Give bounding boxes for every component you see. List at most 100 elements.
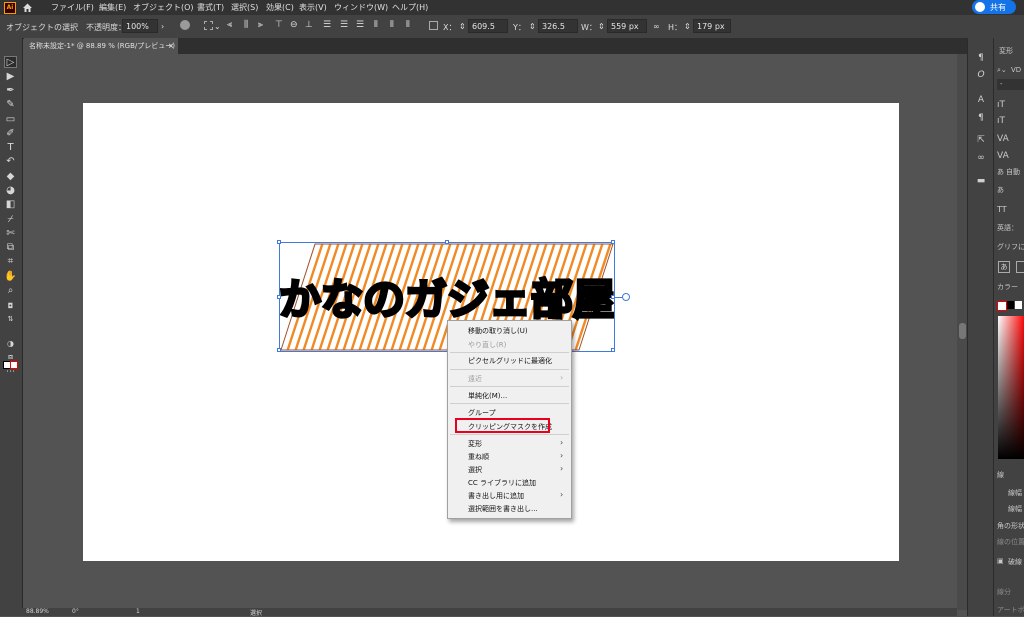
menu-help[interactable]: ヘルプ(H) — [392, 2, 428, 13]
menu-object[interactable]: オブジェクト(O) — [133, 2, 194, 13]
menu-item-add-to-cc-library[interactable]: CC ライブラリに追加 — [468, 478, 536, 488]
menu-item-perspective[interactable]: 遠近 — [468, 374, 482, 384]
pen-tool-icon[interactable]: ✒ — [4, 85, 17, 97]
distribute-bottom-icon[interactable]: ☰ — [356, 20, 364, 30]
recolor-icon[interactable] — [180, 20, 190, 30]
menu-edit[interactable]: 編集(E) — [99, 2, 126, 13]
menu-item-pixel-grid[interactable]: ピクセルグリッドに最適化 — [468, 356, 552, 366]
align-middle-icon[interactable]: ⊖ — [290, 20, 298, 30]
paragraph-styles-icon[interactable]: ¶ — [976, 113, 986, 123]
selection-tool-icon[interactable]: ▷ — [4, 56, 17, 68]
glyph-icon[interactable]: あ — [998, 261, 1010, 273]
distribute-center-icon[interactable]: ⫴ — [390, 20, 394, 30]
blend-tool-icon[interactable]: ✄ — [4, 228, 17, 240]
menu-effect[interactable]: 効果(C) — [266, 2, 294, 13]
handle-top-right[interactable] — [611, 240, 615, 244]
y-stepper-icon[interactable]: ⇕ — [529, 22, 536, 31]
gradient-tool-icon[interactable]: ◧ — [4, 199, 17, 211]
links-icon[interactable]: ∞ — [976, 153, 986, 163]
menu-item-select[interactable]: 選択 — [468, 465, 482, 475]
more-tools-icon[interactable]: ⋯ — [4, 366, 17, 378]
direct-selection-tool-icon[interactable]: ▶ — [4, 71, 17, 83]
character-styles-icon[interactable]: A — [976, 95, 986, 105]
white-swatch[interactable] — [1015, 301, 1022, 309]
menu-item-group[interactable]: グループ — [468, 408, 496, 418]
menu-type[interactable]: 書式(T) — [197, 2, 224, 13]
align-center-icon[interactable]: ⫼ — [244, 20, 248, 30]
distribute-right-icon[interactable]: ⫴ — [406, 20, 410, 30]
eraser-tool-icon[interactable]: ◆ — [4, 171, 17, 183]
color-picker[interactable] — [998, 316, 1024, 459]
shape-builder-tool-icon[interactable]: ◕ — [4, 185, 17, 197]
distribute-left-icon[interactable]: ⫴ — [374, 20, 378, 30]
language-label[interactable]: 英語： — [997, 223, 1018, 233]
handle-middle-left[interactable] — [277, 295, 281, 299]
paragraph-icon[interactable]: ¶ — [976, 53, 986, 63]
font-style-field[interactable]: - — [997, 79, 1024, 90]
align-right-icon[interactable]: ⫸ — [258, 20, 263, 30]
rotate-tool-icon[interactable]: ↶ — [4, 156, 17, 168]
zoom-level[interactable]: 88.89% — [26, 608, 49, 615]
zoom-tool-icon[interactable]: ⌕ — [4, 285, 17, 297]
menu-item-arrange[interactable]: 重ね順 — [468, 452, 489, 462]
menu-item-transform[interactable]: 変形 — [468, 439, 482, 449]
y-field[interactable]: 326.5 px — [538, 19, 578, 45]
menu-view[interactable]: 表示(V) — [299, 2, 327, 13]
rotation-angle[interactable]: 0° — [72, 608, 79, 615]
h-field[interactable]: 179 px — [693, 19, 731, 33]
share-button[interactable]: 共有 — [972, 0, 1016, 14]
menu-item-export-selection[interactable]: 選択範囲を書き出し... — [468, 504, 538, 514]
h-stepper-icon[interactable]: ⇕ — [684, 22, 691, 31]
link-icon[interactable]: ∞ — [653, 22, 660, 31]
home-icon[interactable] — [22, 2, 33, 13]
opacity-arrow-icon[interactable]: › — [161, 22, 164, 31]
handle-top-left[interactable] — [277, 240, 281, 244]
align-left-icon[interactable]: ⫷ — [227, 20, 232, 30]
curvature-tool-icon[interactable]: ✎ — [4, 99, 17, 111]
w-stepper-icon[interactable]: ⇕ — [598, 22, 605, 31]
screen-mode-icon[interactable]: ⧈ — [4, 351, 17, 363]
dashed-checkbox[interactable]: ▣ — [997, 557, 1004, 565]
glyph-icon-2[interactable] — [1016, 261, 1024, 273]
handle-top-center[interactable] — [445, 240, 449, 244]
document-tab[interactable]: 名称未設定-1* @ 88.89 % (RGB/プレビュー) × — [24, 38, 178, 54]
transform-each-icon[interactable] — [204, 21, 213, 30]
opacity-label[interactable]: 不透明度： — [86, 22, 126, 33]
rectangle-tool-icon[interactable]: ▭ — [4, 114, 17, 126]
menu-item-add-to-export[interactable]: 書き出し用に追加 — [468, 491, 524, 501]
artboard-number[interactable]: 1 — [136, 608, 140, 615]
handle-bottom-left[interactable] — [277, 348, 281, 352]
align-bottom-icon[interactable]: ⊥ — [305, 20, 313, 30]
opacity-field[interactable]: 100% — [122, 19, 158, 33]
x-field[interactable]: 609.5 px — [468, 19, 508, 45]
all-caps-icon[interactable]: TT — [997, 205, 1007, 214]
panel-tab-transform[interactable]: 変形 — [999, 46, 1013, 56]
opentype-icon[interactable]: O — [976, 70, 986, 80]
menu-window[interactable]: ウィンドウ(W) — [334, 2, 388, 13]
w-field[interactable]: 559 px — [607, 19, 647, 33]
swap-fill-stroke-icon[interactable]: ⇅ — [4, 313, 17, 325]
symbol-sprayer-tool-icon[interactable]: ⧉ — [4, 242, 17, 254]
menu-file[interactable]: ファイル(F) — [51, 2, 94, 13]
drawing-mode-icon[interactable]: ◑ — [4, 338, 17, 350]
fill-stroke-icon[interactable]: ◘ — [4, 300, 17, 312]
black-swatch[interactable] — [1007, 301, 1014, 309]
menu-select[interactable]: 選択(S) — [231, 2, 258, 13]
align-top-icon[interactable]: ⊤ — [275, 20, 283, 30]
x-stepper-icon[interactable]: ⇕ — [459, 22, 466, 31]
font-search-icon[interactable]: ⌕⌄ — [997, 66, 1007, 75]
reference-point-icon[interactable] — [429, 21, 438, 30]
artboard-tool-icon[interactable]: ⌗ — [4, 256, 17, 268]
menu-item-undo-move[interactable]: 移動の取り消し(U) — [468, 326, 528, 336]
handle-bottom-right[interactable] — [611, 348, 615, 352]
paintbrush-tool-icon[interactable]: ✐ — [4, 128, 17, 140]
font-family-field[interactable]: VD — [1011, 66, 1021, 74]
stroke-panel-label[interactable]: 線 — [997, 470, 1004, 480]
distribute-top-icon[interactable]: ☰ — [323, 20, 331, 30]
color-panel-label[interactable]: カラー — [997, 282, 1018, 292]
comments-icon[interactable]: ▬ — [976, 176, 986, 186]
artboard-panel-label[interactable]: アートボ — [997, 605, 1024, 615]
scrollbar-thumb[interactable] — [959, 323, 966, 339]
menu-item-redo[interactable]: やり直し(R) — [468, 340, 506, 350]
eyedropper-tool-icon[interactable]: ⌿ — [4, 214, 17, 226]
